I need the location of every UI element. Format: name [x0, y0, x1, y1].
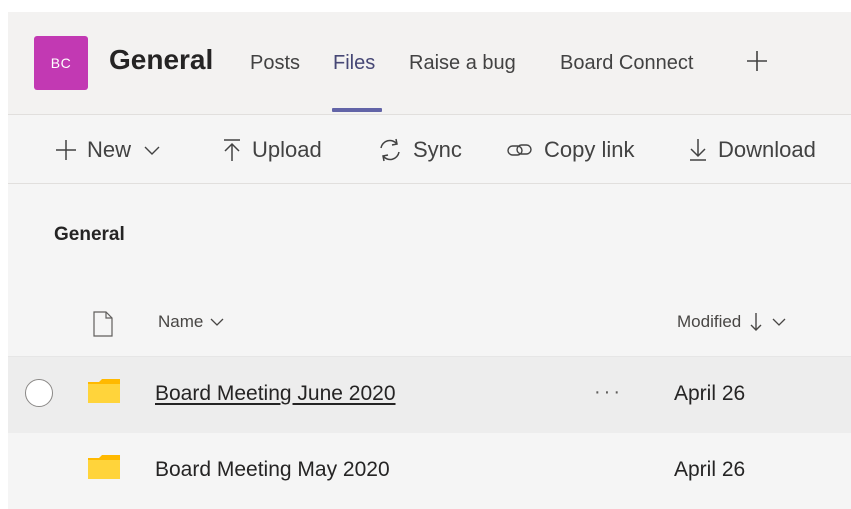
folder-icon: [88, 379, 120, 403]
modified-column-header[interactable]: Modified: [677, 312, 787, 332]
folder-icon: [88, 455, 120, 479]
chevron-down-icon: [210, 318, 224, 326]
modified-column-label: Modified: [677, 312, 742, 331]
breadcrumb[interactable]: General: [54, 224, 125, 246]
name-column-label: Name: [158, 312, 204, 331]
download-button[interactable]: Download: [688, 137, 816, 163]
table-row[interactable]: Board Meeting May 2020 April 26: [8, 433, 851, 509]
copy-link-button[interactable]: Copy link: [506, 137, 634, 163]
sort-descending-icon: [750, 313, 762, 331]
team-avatar[interactable]: BC: [34, 36, 88, 90]
link-icon: [507, 144, 532, 156]
teams-files-view: BC General Posts Files Raise a bug Board…: [8, 12, 851, 509]
upload-label: Upload: [252, 137, 322, 162]
new-button[interactable]: New: [55, 137, 161, 163]
file-name-link[interactable]: Board Meeting June 2020: [155, 382, 396, 406]
file-list-area: General Name Modified Board Meeting June…: [8, 184, 851, 509]
active-tab-indicator: [332, 108, 382, 112]
sync-icon: [380, 138, 400, 162]
channel-header: BC General Posts Files Raise a bug Board…: [8, 12, 851, 115]
chevron-down-icon: [772, 318, 786, 326]
download-icon: [690, 139, 706, 161]
name-column-header[interactable]: Name: [158, 312, 225, 332]
tab-raise-a-bug[interactable]: Raise a bug: [409, 52, 516, 75]
more-options-icon[interactable]: ···: [594, 381, 623, 404]
row-select-radio[interactable]: [25, 379, 53, 407]
tab-posts[interactable]: Posts: [250, 52, 300, 75]
table-row[interactable]: Board Meeting June 2020 ··· April 26: [8, 356, 851, 434]
chevron-down-icon: [144, 146, 160, 155]
tab-files[interactable]: Files: [333, 52, 375, 75]
upload-button[interactable]: Upload: [222, 137, 322, 163]
new-label: New: [87, 137, 132, 162]
plus-icon: [56, 140, 76, 160]
modified-date: April 26: [674, 458, 746, 481]
file-name-link[interactable]: Board Meeting May 2020: [155, 458, 390, 482]
modified-date: April 26: [674, 382, 746, 405]
download-label: Download: [718, 137, 816, 162]
sync-button[interactable]: Sync: [377, 137, 462, 163]
file-type-icon: [93, 311, 113, 337]
tab-board-connect[interactable]: Board Connect: [560, 52, 693, 75]
files-toolbar: New Upload Sync Copy link Download: [8, 115, 851, 184]
copy-link-label: Copy link: [544, 137, 635, 162]
sync-label: Sync: [413, 137, 462, 162]
channel-title: General: [109, 44, 214, 75]
upload-icon: [224, 139, 240, 161]
plus-icon[interactable]: [746, 50, 768, 72]
